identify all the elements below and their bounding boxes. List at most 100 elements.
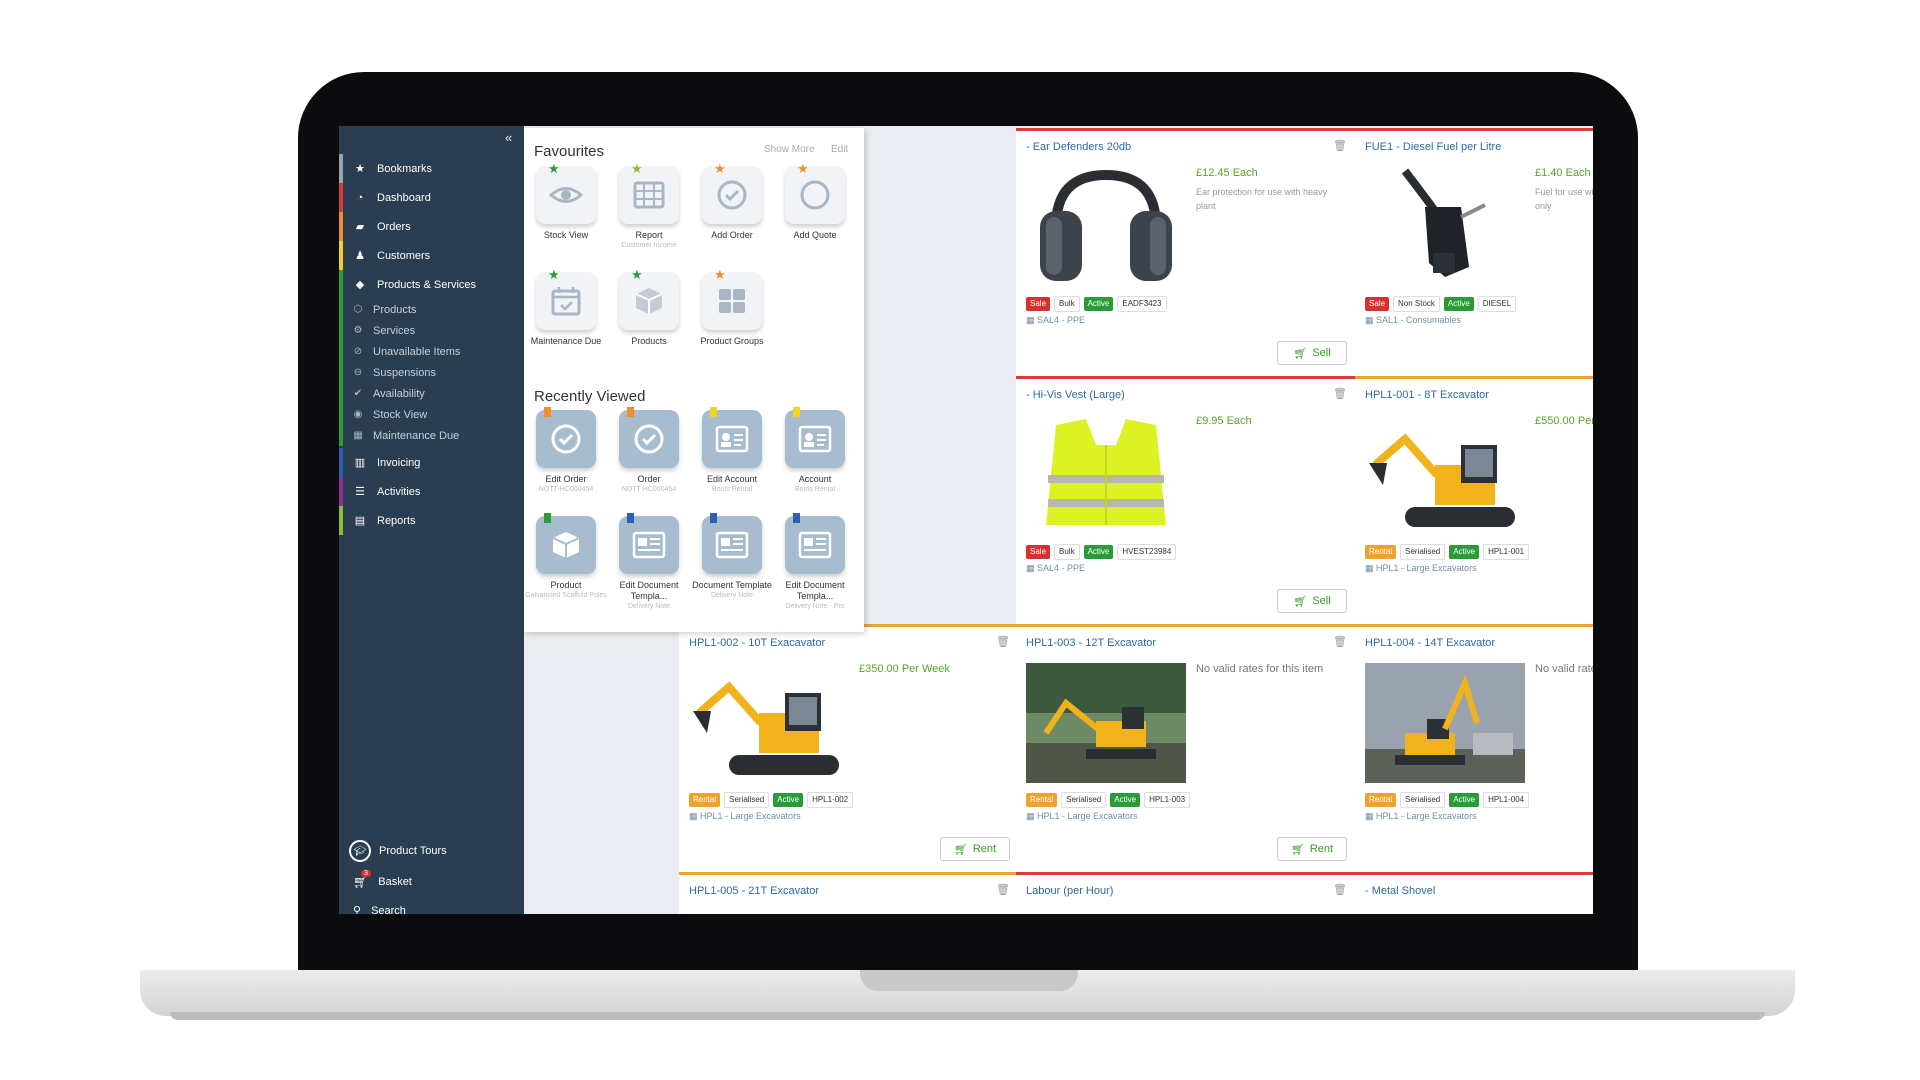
basket-icon: 🛒︎: [1293, 347, 1308, 360]
product-title[interactable]: - Ear Defenders 20db: [1026, 141, 1131, 153]
favourite-tile-maintenance-due[interactable]: ★ Maintenance Due: [524, 268, 608, 347]
product-group[interactable]: ▦ HPL1 - Large Excavators: [1365, 563, 1477, 574]
product-card-hi-vis-vest[interactable]: - Hi-Vis Vest (Large) 🗑︎ £9.95 Each Sale Bul…: [1016, 376, 1357, 624]
basket-link[interactable]: 🛒︎ 3 Basket: [353, 870, 412, 889]
favourites-panel: Favourites Show More Edit ★ Stock View ★ Re…: [524, 128, 864, 632]
product-group[interactable]: ▦ SAL4 - PPE: [1026, 315, 1085, 326]
basket-count-badge: 3: [361, 870, 371, 877]
recent-tile-edit-document-template-pro[interactable]: Edit Document Templa... Delivery Note - P…: [773, 513, 857, 611]
basket-icon: 🛒︎: [1290, 843, 1305, 856]
recent-tile-product[interactable]: Product Galvanised Scaffold Poles: [524, 513, 608, 600]
favourite-tile-product-groups[interactable]: ★ Product Groups: [690, 268, 774, 347]
product-title[interactable]: Labour (per Hour): [1026, 885, 1113, 897]
trash-icon[interactable]: 🗑︎: [1333, 635, 1347, 648]
basket-icon: 🛒︎: [953, 843, 968, 856]
sidebar-subitem-suspensions[interactable]: ⊖ Suspensions: [343, 362, 436, 383]
ban-icon: ⊘: [353, 346, 363, 357]
sidebar-subitem-stock-view[interactable]: ◉ Stock View: [343, 404, 428, 425]
star-icon: ★: [548, 267, 560, 282]
cube-icon: ★: [619, 268, 679, 330]
product-group[interactable]: ▦ HPL1 - Large Excavators: [1026, 811, 1138, 822]
recent-tile-order[interactable]: Order NOTT-HC000454: [607, 407, 691, 494]
product-card-labour-per-hour[interactable]: Labour (per Hour) 🗑︎: [1016, 872, 1357, 914]
product-card-excavator-8t[interactable]: HPL1-001 - 8T Excavator🗑︎£550.00 Per Wee…: [1355, 376, 1593, 624]
product-title[interactable]: HPL1-004 - 14T Excavator: [1365, 637, 1495, 649]
product-card-excavator-12t[interactable]: HPL1-003 - 12T Excavator 🗑︎ No valid rates…: [1016, 624, 1357, 872]
tile-sublabel: Delivery Note: [627, 603, 670, 610]
product-group[interactable]: ▦ HPL1 - Large Excavators: [689, 811, 801, 822]
recent-tile-document-template[interactable]: Document Template Delivery Note: [690, 513, 774, 600]
product-title[interactable]: FUE1 - Diesel Fuel per Litre: [1365, 141, 1501, 153]
rent-button[interactable]: 🛒︎ Rent: [1277, 837, 1347, 861]
sell-button[interactable]: 🛒︎ Sell: [1277, 589, 1347, 613]
status-badge: Active: [773, 793, 804, 807]
product-card-excavator-10t[interactable]: HPL1-002 - 10T Exacavator 🗑︎ £350.00 Per W…: [679, 624, 1020, 872]
sidebar-item-dashboard[interactable]: ◔ Dashboard: [339, 183, 524, 212]
product-card-ear-defenders[interactable]: - Ear Defenders 20db 🗑︎ £12.45 Each Ear pro…: [1016, 128, 1357, 376]
recent-tile-account[interactable]: Account Boots Rental: [773, 407, 857, 494]
collapse-sidebar-icon[interactable]: «: [505, 130, 512, 145]
favourite-tile-add-order[interactable]: ★ Add Order: [690, 162, 774, 241]
product-card-excavator-14t[interactable]: HPL1-004 - 14T Excavator🗑︎No valid rates…: [1355, 624, 1593, 872]
product-card-metal-shovel[interactable]: - Metal Shovel🗑︎: [1355, 872, 1593, 914]
trash-icon[interactable]: 🗑︎: [996, 635, 1010, 648]
star-icon: ★: [631, 161, 643, 176]
th-large-icon: ★: [702, 268, 762, 330]
recent-tile-edit-order[interactable]: Edit Order NOTT-HC000454: [524, 407, 608, 494]
favourite-tile-stock-view[interactable]: ★ Stock View: [524, 162, 608, 241]
edit-link[interactable]: Edit: [831, 144, 848, 155]
product-group[interactable]: ▦ SAL4 - PPE: [1026, 563, 1085, 574]
favourite-tile-add-quote[interactable]: ★ Add Quote: [773, 162, 857, 241]
product-title[interactable]: HPL1-003 - 12T Excavator: [1026, 637, 1156, 649]
sidebar-item-reports[interactable]: ▤ Reports: [339, 506, 524, 535]
favourite-tile-report[interactable]: ★ Report Customer Income: [607, 162, 691, 250]
sidebar-subitem-unavailable-items[interactable]: ⊘ Unavailable Items: [343, 341, 461, 362]
tile-sublabel: Delivery Note - Pro: [785, 603, 845, 610]
trash-icon[interactable]: 🗑︎: [1333, 139, 1347, 152]
product-badges: Rental Serialised Active HPL1-001: [1365, 544, 1530, 560]
show-more-link[interactable]: Show More: [764, 144, 815, 155]
sidebar-item-orders[interactable]: ▰ Orders: [339, 212, 524, 241]
sidebar-item-activities[interactable]: ☰ Activities: [339, 477, 524, 506]
sidebar-subitem-products[interactable]: ⬡ Products: [343, 299, 417, 320]
sidebar-item-bookmarks[interactable]: ★ Bookmarks: [339, 154, 524, 183]
trash-icon[interactable]: 🗑︎: [1333, 883, 1347, 896]
tile-label: Report: [635, 230, 663, 240]
recent-tile-edit-account[interactable]: Edit Account Boots Rental: [690, 407, 774, 494]
status-badge: HPL1-003: [1144, 792, 1191, 808]
id-card-icon: [785, 407, 845, 468]
product-group[interactable]: ▦ SAL1 - Consumables: [1365, 315, 1461, 326]
product-group[interactable]: ▦ HPL1 - Large Excavators: [1365, 811, 1477, 822]
product-card-diesel-fuel[interactable]: FUE1 - Diesel Fuel per Litre🗑︎£1.40 Each…: [1355, 128, 1593, 376]
search-link[interactable]: ⚲ Search: [353, 904, 406, 915]
status-badge: Active: [1083, 545, 1114, 559]
product-price: £350.00 Per Week: [859, 663, 950, 675]
sidebar-subitem-availability[interactable]: ✔ Availability: [343, 383, 425, 404]
product-title[interactable]: - Hi-Vis Vest (Large): [1026, 389, 1125, 401]
recent-tile-edit-document-template[interactable]: Edit Document Templa... Delivery Note: [607, 513, 691, 611]
sell-button[interactable]: 🛒︎ Sell: [1277, 341, 1347, 365]
product-title[interactable]: HPL1-002 - 10T Exacavator: [689, 637, 825, 649]
sidebar-subitem-services[interactable]: ⚙ Services: [343, 320, 416, 341]
list-icon: ☰: [355, 486, 365, 498]
product-image: [1026, 415, 1186, 535]
document-icon: [785, 513, 845, 574]
product-title[interactable]: HPL1-005 - 21T Excavator: [689, 885, 819, 897]
bookmark-icon: [793, 407, 800, 417]
tile-label: Product Groups: [700, 336, 764, 346]
product-title[interactable]: - Metal Shovel: [1365, 885, 1435, 897]
sidebar-item-customers[interactable]: ♟ Customers: [339, 241, 524, 270]
trash-icon[interactable]: 🗑︎: [1333, 387, 1347, 400]
product-card-excavator-21t[interactable]: HPL1-005 - 21T Excavator 🗑︎: [679, 872, 1020, 914]
product-title[interactable]: HPL1-001 - 8T Excavator: [1365, 389, 1489, 401]
status-badge: Sale: [1026, 545, 1051, 559]
trash-icon[interactable]: 🗑︎: [996, 883, 1010, 896]
product-tours-link[interactable]: 🎓︎ Product Tours: [349, 840, 447, 862]
sidebar-item-products-services[interactable]: ◆ Products & Services: [339, 270, 524, 299]
search-icon: ⚲: [353, 905, 362, 914]
rent-button[interactable]: 🛒︎ Rent: [940, 837, 1010, 861]
favourite-tile-products[interactable]: ★ Products: [607, 268, 691, 347]
product-price: No valid rates for this item: [1196, 663, 1324, 675]
sidebar-subitem-maintenance-due[interactable]: ▦ Maintenance Due: [343, 425, 459, 446]
sidebar-item-invoicing[interactable]: ▥ Invoicing: [339, 448, 524, 477]
